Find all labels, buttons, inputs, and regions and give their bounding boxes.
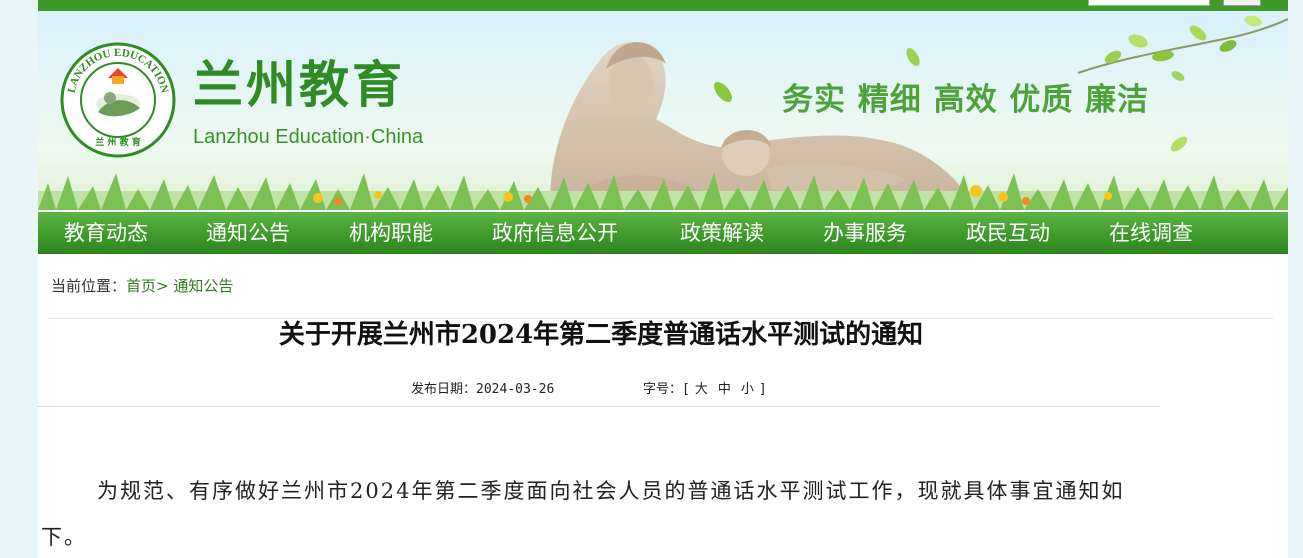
font-size-controls: 字号：[ 大中小] (643, 381, 767, 399)
breadcrumb-current-link[interactable]: 通知公告 (173, 277, 233, 295)
font-size-label: 字号：[ (643, 382, 690, 397)
nav-item-news[interactable]: 教育动态 (64, 212, 148, 254)
logo-emblem-icon: LANZHOU EDUCATION 兰 州 教 育 (60, 42, 176, 158)
page: LANZHOU EDUCATION 兰 州 教 育 兰州教育 Lanzhou E… (38, 0, 1288, 558)
banner: LANZHOU EDUCATION 兰 州 教 育 兰州教育 Lanzhou E… (38, 11, 1288, 210)
nav-item-notices[interactable]: 通知公告 (206, 212, 290, 254)
nav-item-public-info[interactable]: 政府信息公开 (492, 212, 618, 254)
branch-icon (1077, 15, 1288, 81)
publish-date: 发布日期：2024-03-26 (411, 381, 554, 399)
search-input[interactable] (1088, 0, 1210, 6)
logo-text-bottom: 兰 州 教 育 (95, 136, 140, 148)
article-title: 关于开展兰州市2024年第二季度普通话水平测试的通知 (278, 320, 924, 350)
breadcrumb-separator: > (156, 277, 169, 295)
search-button[interactable] (1223, 0, 1261, 6)
date-label: 发布日期： (411, 382, 477, 397)
nav-item-survey[interactable]: 在线调查 (1109, 212, 1193, 254)
breadcrumb-home-link[interactable]: 首页 (126, 277, 156, 295)
nav-item-policy[interactable]: 政策解读 (680, 212, 764, 254)
leaf-icon (1170, 136, 1188, 152)
grass-decoration (38, 173, 1288, 210)
font-size-close: ] (758, 382, 767, 397)
date-value: 2024-03-26 (476, 382, 555, 397)
main-nav: 教育动态 通知公告 机构职能 政府信息公开 政策解读 办事服务 政民互动 在线调… (38, 212, 1288, 254)
font-large-button[interactable]: 大 (695, 382, 708, 397)
nav-item-interaction[interactable]: 政民互动 (966, 212, 1050, 254)
nav-item-services[interactable]: 办事服务 (823, 212, 907, 254)
divider (38, 406, 1160, 407)
font-small-button[interactable]: 小 (741, 382, 754, 397)
font-medium-button[interactable]: 中 (718, 382, 731, 397)
site-title: 兰州教育 (193, 56, 405, 114)
breadcrumb: 当前位置：首页> 通知公告 (51, 276, 233, 296)
site-subtitle: Lanzhou Education·China (193, 126, 424, 148)
breadcrumb-prefix: 当前位置： (51, 277, 127, 295)
nav-item-organization[interactable]: 机构职能 (349, 212, 433, 254)
slogan: 务实 精细 高效 优质 廉洁 (782, 82, 1150, 118)
article-paragraph: 为规范、有序做好兰州市2024年第二季度面向社会人员的普通话水平测试工作，现就具… (41, 479, 1125, 549)
